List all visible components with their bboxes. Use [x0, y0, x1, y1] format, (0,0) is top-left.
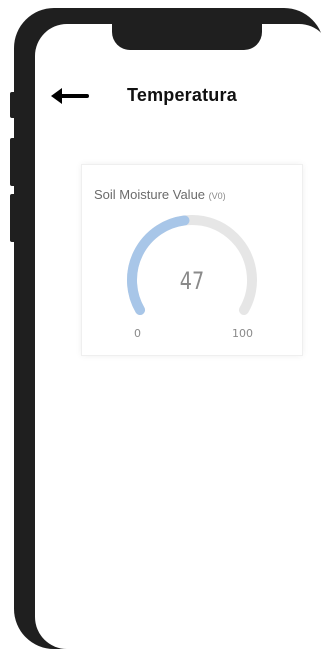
phone-frame: Temperatura Soil Moisture Value (V0) 47 … — [14, 8, 331, 649]
gauge-fill — [127, 215, 190, 315]
gauge — [127, 215, 257, 315]
gauge-min-label: 0 — [134, 327, 141, 340]
phone-screen: Temperatura Soil Moisture Value (V0) 47 … — [35, 24, 331, 649]
gauge-widget[interactable]: Soil Moisture Value (V0) 47 0 100 — [81, 164, 303, 356]
page-title: Temperatura — [127, 85, 237, 105]
gauge-max-label: 100 — [232, 327, 253, 340]
phone-notch — [112, 24, 262, 50]
arrow-left-icon — [51, 88, 89, 104]
gauge-value: 47 — [179, 267, 205, 295]
back-button[interactable] — [49, 83, 89, 109]
app-header: Temperatura — [35, 79, 331, 113]
